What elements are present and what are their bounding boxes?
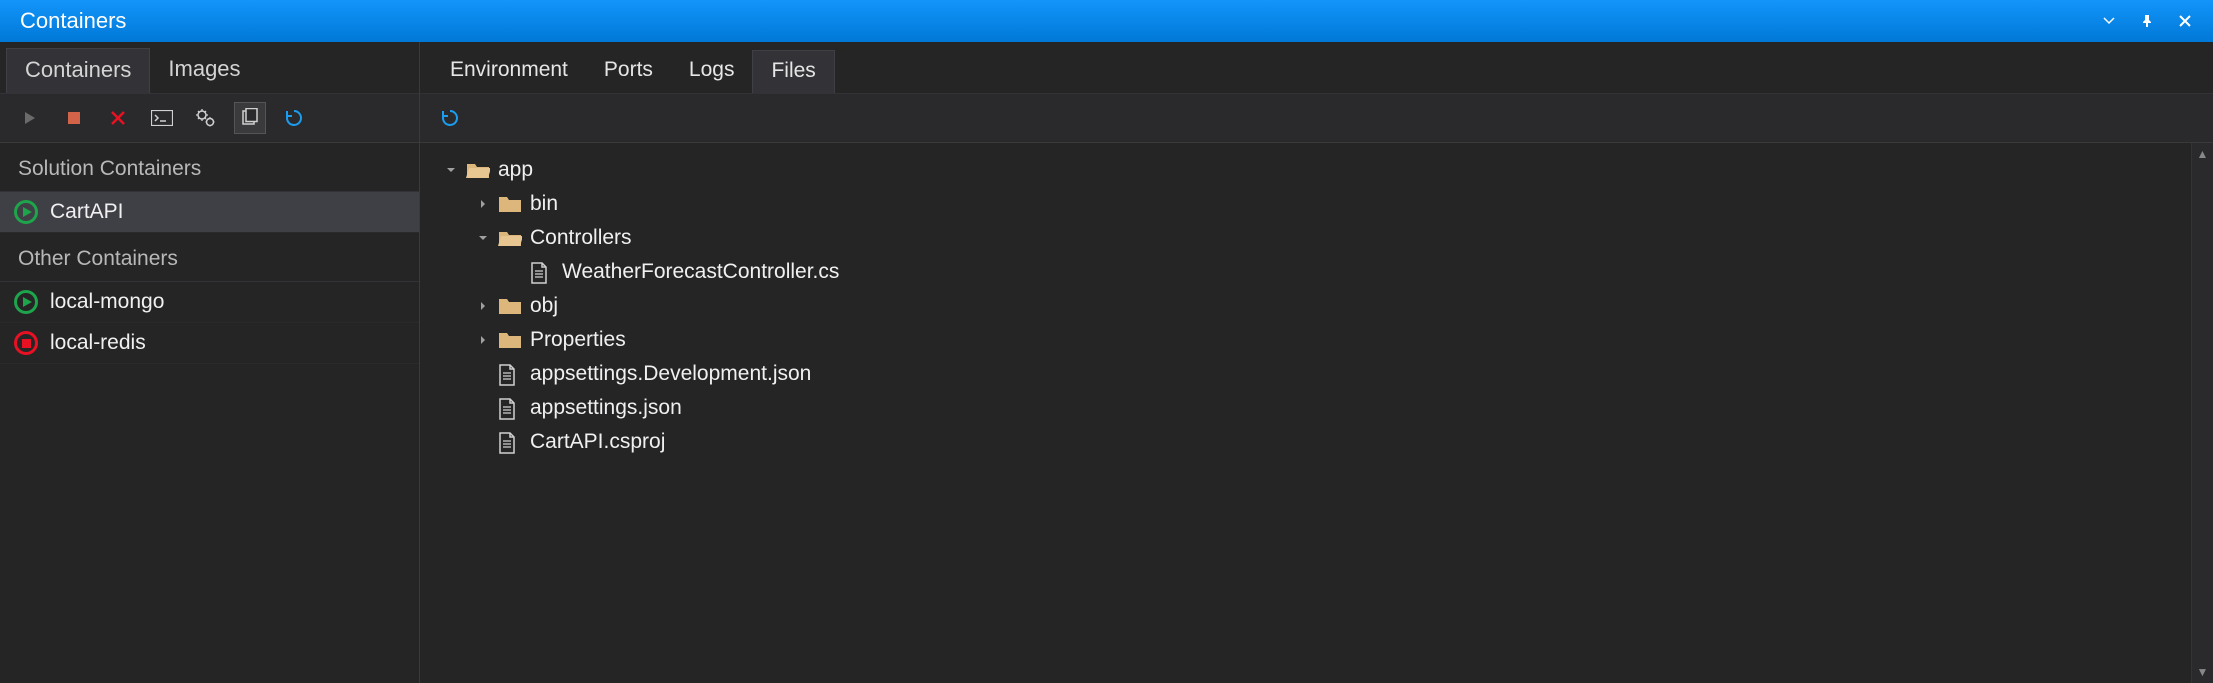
chevron-right-icon [476,199,490,209]
solution-container-list: CartAPI [0,192,419,233]
vertical-scrollbar[interactable]: ▲ ▼ [2191,143,2213,683]
file-icon [530,262,554,282]
tree-label: appsettings.json [530,396,682,420]
window-title: Containers [20,8,126,34]
tree-label: CartAPI.csproj [530,430,665,454]
other-container-list: local-mongo local-redis [0,282,419,364]
container-label: CartAPI [50,200,124,224]
tree-folder-app[interactable]: app [444,153,2191,187]
tree-label: app [498,158,533,182]
folder-open-icon [498,228,522,248]
running-icon [14,290,38,314]
stop-button[interactable] [58,102,90,134]
tab-containers[interactable]: Containers [6,48,150,93]
scroll-down-icon[interactable]: ▼ [2192,661,2213,683]
tab-images[interactable]: Images [150,48,258,93]
left-panel: Containers Images [0,42,420,683]
chevron-down-icon [444,165,458,175]
copy-button[interactable] [234,102,266,134]
tree-file-appsettings[interactable]: · appsettings.json [444,391,2191,425]
file-tree: app bin [420,143,2191,683]
tree-label: bin [530,192,558,216]
tab-environment[interactable]: Environment [432,50,586,93]
stopped-icon [14,331,38,355]
tree-folder-obj[interactable]: obj [444,289,2191,323]
right-tabs: Environment Ports Logs Files [420,42,2213,93]
running-icon [14,200,38,224]
folder-icon [498,330,522,350]
tree-folder-properties[interactable]: Properties [444,323,2191,357]
container-item-local-redis[interactable]: local-redis [0,323,419,364]
refresh-left-button[interactable] [278,102,310,134]
remove-button[interactable] [102,102,134,134]
tree-folder-controllers[interactable]: Controllers [444,221,2191,255]
right-toolbar [420,93,2213,143]
container-label: local-mongo [50,290,164,314]
tree-file-appsettings-dev[interactable]: · appsettings.Development.json [444,357,2191,391]
scroll-track[interactable] [2192,165,2213,661]
container-label: local-redis [50,331,146,355]
tree-file-weatherforecastcontroller[interactable]: · WeatherForecastController.cs [444,255,2191,289]
folder-open-icon [466,160,490,180]
settings-button[interactable] [190,102,222,134]
tab-logs[interactable]: Logs [671,50,753,93]
container-item-local-mongo[interactable]: local-mongo [0,282,419,323]
scroll-up-icon[interactable]: ▲ [2192,143,2213,165]
section-solution-header: Solution Containers [0,143,419,192]
chevron-right-icon [476,301,490,311]
tree-file-csproj[interactable]: · CartAPI.csproj [444,425,2191,459]
tree-label: Controllers [530,226,632,250]
refresh-files-button[interactable] [434,102,466,134]
body: Containers Images [0,42,2213,683]
tree-label: appsettings.Development.json [530,362,811,386]
tree-label: obj [530,294,558,318]
tree-folder-bin[interactable]: bin [444,187,2191,221]
folder-icon [498,194,522,214]
tree-label: Properties [530,328,626,352]
tab-files[interactable]: Files [752,50,834,93]
close-icon[interactable] [2171,7,2199,35]
left-toolbar [0,93,419,143]
window-dropdown-icon[interactable] [2095,7,2123,35]
file-icon [498,364,522,384]
titlebar: Containers [0,0,2213,42]
terminal-button[interactable] [146,102,178,134]
section-other-header: Other Containers [0,233,419,282]
pin-icon[interactable] [2133,7,2161,35]
chevron-right-icon [476,335,490,345]
container-item-cartapi[interactable]: CartAPI [0,192,419,233]
tab-ports[interactable]: Ports [586,50,671,93]
tree-label: WeatherForecastController.cs [562,260,839,284]
chevron-down-icon [476,233,490,243]
file-icon [498,398,522,418]
files-area: app bin [420,143,2213,683]
folder-icon [498,296,522,316]
containers-tool-window: Containers Containers Images [0,0,2213,683]
right-panel: Environment Ports Logs Files [420,42,2213,683]
left-tabs: Containers Images [0,42,419,93]
file-icon [498,432,522,452]
start-button[interactable] [14,102,46,134]
